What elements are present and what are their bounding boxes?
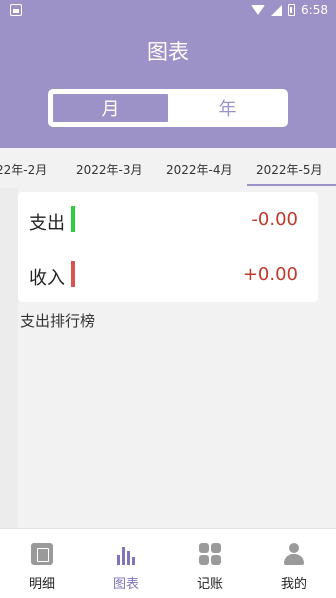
nav-label-profile: 我的 xyxy=(280,577,307,592)
nav-item-profile[interactable]: 我的 xyxy=(252,529,336,598)
nav-item-record[interactable]: 记账 xyxy=(168,529,252,598)
battery-icon xyxy=(288,4,296,16)
expense-ranking-title: 支出排行榜 xyxy=(20,312,96,330)
active-tab-indicator xyxy=(247,184,336,186)
app-header: 6:58 图表 月 年 xyxy=(0,0,336,148)
period-segment-control: 月 年 xyxy=(48,89,288,127)
signal-icon xyxy=(271,4,283,16)
status-bar: 6:58 xyxy=(0,0,336,24)
expense-row[interactable]: 支出 -0.00 xyxy=(18,192,318,247)
nav-label-details: 明细 xyxy=(28,577,55,592)
income-row[interactable]: 收入 +0.00 xyxy=(18,247,318,302)
page-title: 图表 xyxy=(147,40,189,64)
grid-icon xyxy=(199,543,221,565)
month-tabs: 22年-2月 2022年-3月 2022年-4月 2022年-5月 xyxy=(0,148,336,188)
ledger-icon xyxy=(31,543,53,565)
status-indicators: 6:58 xyxy=(251,3,328,17)
expense-value: -0.00 xyxy=(251,209,298,230)
tab-month-2[interactable]: 22年-2月 xyxy=(0,161,47,178)
segment-month-button[interactable]: 月 xyxy=(51,92,170,124)
status-time: 6:58 xyxy=(301,3,328,17)
income-indicator xyxy=(71,261,75,287)
wifi-icon xyxy=(251,5,266,15)
tab-month-5[interactable]: 2022年-5月 xyxy=(256,161,323,178)
expense-indicator xyxy=(71,206,75,232)
summary-card: 支出 -0.00 收入 +0.00 xyxy=(18,192,318,302)
bottom-nav: 明细 图表 记账 我的 xyxy=(0,528,336,598)
tab-month-4[interactable]: 2022年-4月 xyxy=(166,161,233,178)
income-label: 收入 xyxy=(29,268,65,289)
nav-item-chart[interactable]: 图表 xyxy=(84,529,168,598)
income-value: +0.00 xyxy=(242,264,298,285)
bar-chart-icon xyxy=(115,543,137,565)
gallery-notification-icon xyxy=(10,4,22,16)
nav-label-chart: 图表 xyxy=(112,577,139,592)
user-icon xyxy=(283,543,305,565)
nav-label-record: 记账 xyxy=(196,577,223,592)
segment-year-button[interactable]: 年 xyxy=(170,92,285,124)
expense-label: 支出 xyxy=(29,213,65,234)
nav-item-details[interactable]: 明细 xyxy=(0,529,84,598)
tab-month-3[interactable]: 2022年-3月 xyxy=(76,161,143,178)
